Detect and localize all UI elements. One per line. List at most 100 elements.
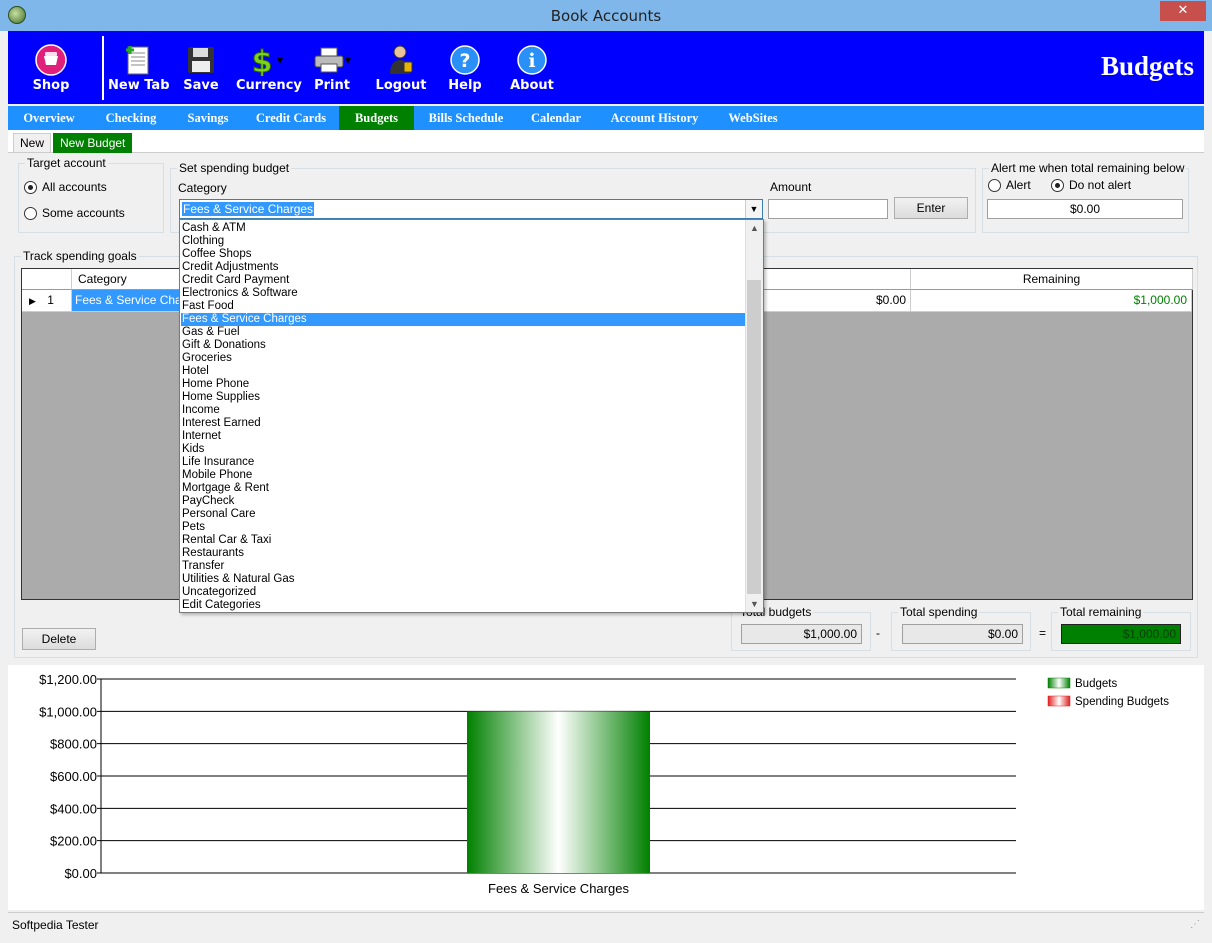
category-combobox[interactable]: Fees & Service Charges ▼ (179, 199, 763, 219)
dropdown-item[interactable]: Home Phone (181, 378, 745, 391)
scroll-up-icon[interactable]: ▲ (750, 223, 759, 233)
subtab-new[interactable]: New (13, 133, 52, 152)
dropdown-item[interactable]: Utilities & Natural Gas (181, 573, 745, 586)
dropdown-item[interactable]: Gas & Fuel (181, 326, 745, 339)
alert-radio[interactable]: Alert (988, 178, 1031, 193)
radio-unchecked-icon (988, 179, 1001, 193)
dropdown-item[interactable]: Clothing (181, 235, 745, 248)
radio-unchecked-icon (24, 207, 37, 221)
dollar-icon: $ ▼ (236, 44, 294, 77)
logout-button[interactable]: Logout (372, 44, 430, 93)
legend-swatch (1047, 695, 1071, 707)
print-dropdown-icon[interactable]: ▼ (345, 56, 351, 65)
shop-button[interactable]: Shop (22, 44, 80, 93)
dropdown-item[interactable]: Personal Care (181, 508, 745, 521)
close-button[interactable]: ✕ (1160, 1, 1206, 21)
currency-dropdown-icon[interactable]: ▼ (277, 56, 283, 65)
dropdown-item[interactable]: Fast Food (181, 300, 745, 313)
resize-grip-icon[interactable]: ⋰ (1190, 919, 1200, 930)
dropdown-item[interactable]: Credit Card Payment (181, 274, 745, 287)
dropdown-item[interactable]: Fees & Service Charges (181, 313, 745, 326)
tab-calendar[interactable]: Calendar (523, 106, 589, 130)
amount-input[interactable] (768, 199, 888, 219)
row-number: 1 (47, 293, 54, 307)
help-button[interactable]: ? Help (436, 44, 494, 93)
dropdown-item[interactable]: Gift & Donations (181, 339, 745, 352)
print-button[interactable]: ▼ Print (303, 44, 361, 93)
table-cell-category[interactable]: Fees & Service Charges (72, 290, 186, 312)
category-dropdown-list[interactable]: Cash & ATM Clothing Coffee Shops Credit Adj… (179, 219, 764, 613)
dropdown-item[interactable]: Transfer (181, 560, 745, 573)
status-bar: Softpedia Tester ⋰ (8, 912, 1204, 937)
table-cell-remaining[interactable]: $1,000.00 (911, 290, 1192, 312)
dropdown-items: Cash & ATM Clothing Coffee Shops Credit Adj… (181, 222, 745, 612)
tab-checking[interactable]: Checking (96, 106, 166, 130)
tab-budgets[interactable]: Budgets (339, 106, 414, 130)
tab-credit-cards[interactable]: Credit Cards (252, 106, 330, 130)
dropdown-item[interactable]: PayCheck (181, 495, 745, 508)
category-label: Category (178, 181, 227, 195)
dropdown-item[interactable]: Cash & ATM (181, 222, 745, 235)
dropdown-item[interactable]: Mortgage & Rent (181, 482, 745, 495)
column-header-category[interactable]: Category (72, 269, 189, 290)
tab-savings[interactable]: Savings (176, 106, 240, 130)
dropdown-item[interactable]: Restaurants (181, 547, 745, 560)
dropdown-scrollbar[interactable]: ▲ ▼ (745, 220, 763, 612)
equals-sign: = (1039, 626, 1047, 640)
dropdown-item[interactable]: Rental Car & Taxi (181, 534, 745, 547)
column-header-remaining[interactable]: Remaining (911, 269, 1193, 290)
tab-websites[interactable]: WebSites (718, 106, 788, 130)
about-button[interactable]: i About (503, 44, 561, 93)
chart-svg: $0.00 $200.00 $400.00 $600.00 $800.00 $1,000.… (39, 672, 1169, 896)
target-account-legend: Target account (25, 156, 108, 170)
dropdown-item[interactable]: Coffee Shops (181, 248, 745, 261)
tab-overview[interactable]: Overview (14, 106, 84, 130)
enter-button[interactable]: Enter (894, 197, 968, 219)
x-tick-label: Fees & Service Charges (488, 881, 629, 896)
toolbar: Shop New Tab Save $ ▼ Currency ▼ Print L… (8, 31, 1204, 104)
dropdown-item[interactable]: Kids (181, 443, 745, 456)
dropdown-item[interactable]: Interest Earned (181, 417, 745, 430)
chevron-down-icon[interactable]: ▼ (745, 200, 762, 218)
spending-goals-legend: Track spending goals (21, 249, 139, 263)
dropdown-item[interactable]: Uncategorized (181, 586, 745, 599)
do-not-alert-radio[interactable]: Do not alert (1051, 178, 1131, 193)
table-row-header[interactable]: ▶ 1 (22, 290, 72, 312)
currency-button[interactable]: $ ▼ Currency (236, 44, 302, 94)
new-tab-button[interactable]: New Tab (108, 44, 170, 93)
dropdown-item[interactable]: Groceries (181, 352, 745, 365)
delete-button[interactable]: Delete (22, 628, 96, 650)
y-tick-label: $1,000.00 (39, 704, 97, 719)
dropdown-item[interactable]: Credit Adjustments (181, 261, 745, 274)
window-title: Book Accounts (550, 7, 662, 25)
dropdown-item[interactable]: Electronics & Software (181, 287, 745, 300)
user-logout-icon (372, 44, 430, 76)
dropdown-item[interactable]: Internet (181, 430, 745, 443)
row-header-corner (22, 269, 72, 290)
column-header-spent[interactable] (762, 269, 911, 290)
dropdown-item[interactable]: Mobile Phone (181, 469, 745, 482)
dropdown-item[interactable]: Life Insurance (181, 456, 745, 469)
all-accounts-radio[interactable]: All accounts (24, 180, 107, 195)
subtab-new-budget[interactable]: New Budget (53, 133, 133, 153)
radio-checked-icon (1051, 179, 1064, 193)
tab-bills-schedule[interactable]: Bills Schedule (420, 106, 512, 130)
floppy-disk-icon (172, 44, 230, 76)
all-accounts-label: All accounts (42, 180, 107, 194)
save-button[interactable]: Save (172, 44, 230, 93)
dropdown-item[interactable]: Edit Categories (181, 599, 745, 612)
table-cell-spent[interactable]: $0.00 (762, 290, 911, 312)
some-accounts-radio[interactable]: Some accounts (24, 206, 125, 221)
dropdown-item[interactable]: Income (181, 404, 745, 417)
dropdown-item[interactable]: Pets (181, 521, 745, 534)
new-tab-icon (108, 44, 166, 76)
y-tick-label: $600.00 (50, 769, 97, 784)
scroll-down-icon[interactable]: ▼ (750, 599, 759, 609)
some-accounts-label: Some accounts (42, 206, 125, 220)
total-spending-label: Total spending (898, 605, 980, 619)
scrollbar-thumb[interactable] (747, 280, 761, 594)
dropdown-item[interactable]: Home Supplies (181, 391, 745, 404)
dropdown-item[interactable]: Hotel (181, 365, 745, 378)
tab-account-history[interactable]: Account History (602, 106, 707, 130)
alert-threshold-input[interactable]: $0.00 (987, 199, 1183, 219)
